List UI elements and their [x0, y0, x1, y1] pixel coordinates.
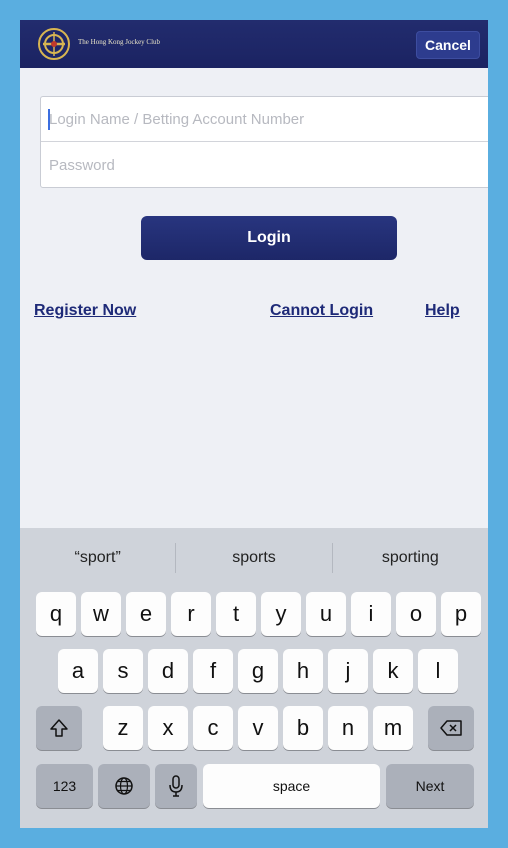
cancel-button[interactable]: Cancel	[416, 31, 480, 59]
suggestion-item[interactable]: sporting	[333, 549, 488, 567]
key-n[interactable]: n	[328, 706, 368, 750]
key-l[interactable]: l	[418, 649, 458, 693]
key-h[interactable]: h	[283, 649, 323, 693]
login-button[interactable]: Login	[141, 216, 397, 260]
key-a[interactable]: a	[58, 649, 98, 693]
text-caret	[48, 109, 50, 130]
login-name-input[interactable]	[41, 97, 488, 142]
jockey-club-logo-icon	[38, 28, 70, 60]
key-g[interactable]: g	[238, 649, 278, 693]
shift-key[interactable]	[36, 706, 82, 750]
login-form	[40, 96, 488, 188]
app-header: The Hong Kong Jockey Club Cancel	[20, 20, 488, 68]
phone-screen: The Hong Kong Jockey Club Cancel Login R…	[20, 20, 488, 828]
space-key[interactable]: space	[203, 764, 380, 808]
key-m[interactable]: m	[373, 706, 413, 750]
key-d[interactable]: d	[148, 649, 188, 693]
key-r[interactable]: r	[171, 592, 211, 636]
microphone-icon	[169, 775, 183, 797]
on-screen-keyboard: “sport” sports sporting q w e r t y u i …	[20, 528, 488, 828]
brand-name: The Hong Kong Jockey Club	[78, 38, 161, 46]
key-v[interactable]: v	[238, 706, 278, 750]
key-u[interactable]: u	[306, 592, 346, 636]
key-x[interactable]: x	[148, 706, 188, 750]
key-f[interactable]: f	[193, 649, 233, 693]
key-w[interactable]: w	[81, 592, 121, 636]
globe-icon	[115, 777, 133, 795]
suggestion-item[interactable]: sports	[176, 549, 331, 567]
shift-arrow-icon	[50, 719, 68, 737]
cannot-login-link[interactable]: Cannot Login	[270, 302, 373, 320]
delete-key[interactable]	[428, 706, 474, 750]
backspace-icon	[440, 720, 462, 736]
suggestion-item[interactable]: “sport”	[20, 549, 175, 567]
microphone-key[interactable]	[155, 764, 197, 808]
password-input[interactable]	[41, 143, 488, 188]
help-link[interactable]: Help	[425, 302, 460, 320]
globe-key[interactable]	[98, 764, 150, 808]
key-q[interactable]: q	[36, 592, 76, 636]
key-p[interactable]: p	[441, 592, 481, 636]
key-e[interactable]: e	[126, 592, 166, 636]
numbers-key[interactable]: 123	[36, 764, 93, 808]
key-z[interactable]: z	[103, 706, 143, 750]
key-o[interactable]: o	[396, 592, 436, 636]
key-i[interactable]: i	[351, 592, 391, 636]
next-key[interactable]: Next	[386, 764, 474, 808]
key-c[interactable]: c	[193, 706, 233, 750]
key-k[interactable]: k	[373, 649, 413, 693]
suggestion-bar: “sport” sports sporting	[20, 528, 488, 588]
key-t[interactable]: t	[216, 592, 256, 636]
key-b[interactable]: b	[283, 706, 323, 750]
key-y[interactable]: y	[261, 592, 301, 636]
key-s[interactable]: s	[103, 649, 143, 693]
key-j[interactable]: j	[328, 649, 368, 693]
register-now-link[interactable]: Register Now	[34, 302, 136, 320]
